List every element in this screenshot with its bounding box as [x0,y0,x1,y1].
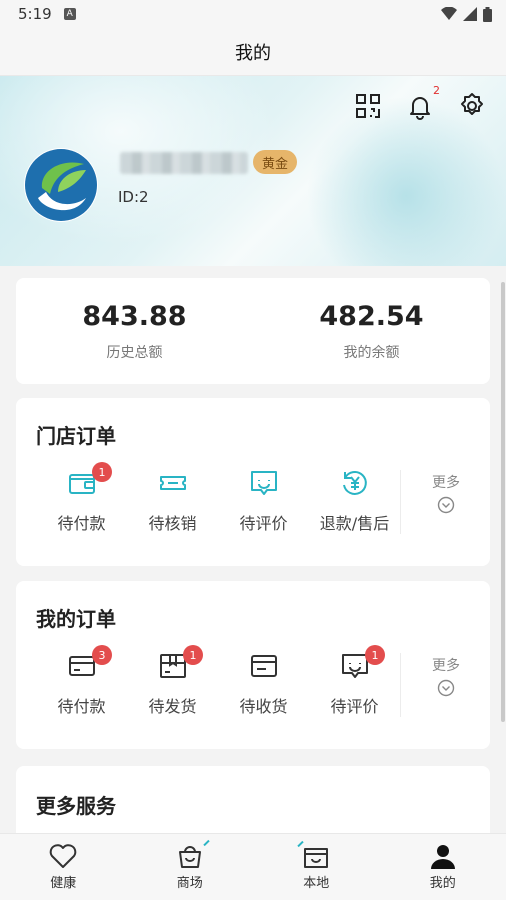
settings-gear-icon[interactable] [458,92,486,120]
username-blurred [120,152,248,174]
stat-my-balance[interactable]: 482.54 我的余额 [253,278,490,384]
avatar[interactable] [24,148,98,222]
section-title: 我的订单 [36,607,116,631]
chevron-down-icon [437,496,455,514]
store-order-refund[interactable]: 退款/售后 [309,468,400,534]
tab-health[interactable]: 健康 [0,834,127,900]
heart-icon [49,844,77,868]
stat-value: 843.88 [82,300,187,332]
tab-local[interactable]: 本地 [253,834,380,900]
notification-count: 2 [433,84,440,97]
order-item-label: 待发货 [148,697,197,716]
user-id: ID:2 [118,188,149,206]
store-orders-more-button[interactable]: 更多 [416,472,476,514]
chevron-down-icon [437,679,455,697]
store-order-pending-review[interactable]: 待评价 [218,468,309,534]
notification-a-icon: A [63,8,76,20]
store-icon [304,848,329,868]
my-orders-more-button[interactable]: 更多 [416,655,476,697]
shopping-bag-icon [178,846,201,868]
my-order-pending-receipt[interactable]: 待收货 [218,651,309,717]
bottom-tab-bar: 健康 商场 本地 我的 [0,833,506,900]
tab-mine[interactable]: 我的 [380,834,506,900]
signal-icon [463,7,477,21]
my-order-pending-shipment[interactable]: 1 待发货 [127,645,218,717]
smile-chat-icon [249,468,279,498]
page-title-bar: 我的 [0,28,506,76]
order-item-label: 退款/售后 [319,514,390,533]
count-badge: 1 [92,462,112,482]
notification-bell-icon[interactable]: 2 [406,84,440,120]
my-order-pending-payment[interactable]: 3 待付款 [36,645,127,717]
status-bar: 5:19 A [0,0,506,28]
count-badge: 3 [92,645,112,665]
ticket-icon [158,468,188,498]
tab-label: 我的 [429,876,456,891]
order-item-label: 待评价 [330,697,379,716]
profile-header: 2 黄金 ID:2 [0,76,506,266]
order-item-label: 待付款 [57,697,106,716]
wifi-icon [441,7,457,20]
page-title: 我的 [235,42,271,64]
store-order-pending-payment[interactable]: 1 待付款 [36,462,127,534]
count-badge: 1 [365,645,385,665]
order-item-label: 待收货 [239,697,288,716]
stat-label: 历史总额 [106,344,163,361]
stat-label: 我的余额 [343,344,400,361]
qr-code-icon[interactable] [354,92,382,120]
battery-icon [483,6,492,22]
order-item-label: 待核销 [148,514,197,533]
section-title: 门店订单 [36,424,116,448]
my-order-pending-review[interactable]: 1 待评价 [309,645,400,717]
member-level-badge: 黄金 [253,150,298,174]
store-order-pending-verify[interactable]: 待核销 [127,468,218,534]
tab-label: 商场 [176,876,203,891]
more-label: 更多 [432,658,460,674]
order-item-label: 待评价 [239,514,288,533]
my-orders-card: 我的订单 3 待付款 1 待发货 待收货 1 待评价 更多 [16,581,490,749]
stat-history-total[interactable]: 843.88 历史总额 [16,278,253,384]
section-title: 更多服务 [36,794,116,818]
store-orders-card: 门店订单 1 待付款 待核销 待评价 退款/售后 更多 [16,398,490,566]
stat-value: 482.54 [319,300,424,332]
balance-stats-card: 843.88 历史总额 482.54 我的余额 [16,278,490,384]
person-icon [430,845,455,869]
refund-yen-icon [340,468,370,498]
order-item-label: 待付款 [57,514,106,533]
scrollbar[interactable] [501,282,505,722]
card-receive-icon [249,651,279,681]
tab-label: 健康 [50,876,77,891]
tab-label: 本地 [303,876,330,891]
tab-mall[interactable]: 商场 [127,834,254,900]
more-label: 更多 [432,475,460,491]
status-time: 5:19 [18,5,52,23]
count-badge: 1 [183,645,203,665]
